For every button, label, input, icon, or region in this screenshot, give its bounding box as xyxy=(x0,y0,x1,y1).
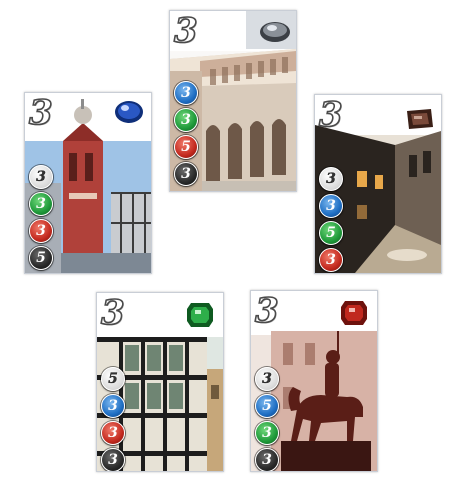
black-cost-chip: 5 xyxy=(29,246,53,270)
prestige-points: 3 xyxy=(28,93,53,133)
white-cost-chip: 5 xyxy=(101,367,125,391)
red-cost-chip: 3 xyxy=(29,219,53,243)
green-cost-chip: 3 xyxy=(29,192,53,216)
cost-list: 3 3 5 3 xyxy=(174,81,198,186)
green-cost-chip: 3 xyxy=(255,421,279,445)
emerald-gem-icon xyxy=(187,303,213,327)
development-card-top[interactable]: 3 3 3 5 3 xyxy=(169,10,297,192)
white-cost-chip: 3 xyxy=(255,367,279,391)
blue-cost-chip: 5 xyxy=(255,394,279,418)
blue-cost-chip: 3 xyxy=(174,81,198,105)
white-cost-chip: 3 xyxy=(319,167,343,191)
blue-cost-chip: 3 xyxy=(101,394,125,418)
black-cost-chip: 3 xyxy=(255,448,279,471)
red-cost-chip: 3 xyxy=(101,421,125,445)
black-cost-chip: 3 xyxy=(174,162,198,186)
red-cost-chip: 5 xyxy=(174,135,198,159)
development-card-bottom-left[interactable]: 3 5 3 3 3 xyxy=(96,292,224,472)
prestige-points: 3 xyxy=(100,293,125,333)
onyx-gem-icon xyxy=(407,109,433,129)
white-cost-chip: 3 xyxy=(29,165,53,189)
black-cost-chip: 3 xyxy=(101,448,125,471)
prestige-points: 3 xyxy=(318,95,343,135)
development-card-left[interactable]: 3 3 3 3 5 xyxy=(24,92,152,274)
cost-list: 3 3 5 3 xyxy=(319,167,343,272)
green-cost-chip: 3 xyxy=(174,108,198,132)
cost-list: 3 5 3 3 xyxy=(255,367,279,471)
prestige-points: 3 xyxy=(173,11,198,51)
prestige-points: 3 xyxy=(254,291,279,331)
cost-list: 5 3 3 3 xyxy=(101,367,125,471)
blue-cost-chip: 3 xyxy=(319,194,343,218)
sapphire-gem-icon xyxy=(115,101,143,123)
red-cost-chip: 3 xyxy=(319,248,343,272)
development-card-right[interactable]: 3 3 3 5 3 xyxy=(314,94,442,274)
ruby-gem-icon xyxy=(341,301,367,325)
green-cost-chip: 5 xyxy=(319,221,343,245)
development-card-bottom-right[interactable]: 3 3 5 3 3 xyxy=(250,290,378,472)
diamond-gem-icon xyxy=(260,22,290,42)
cost-list: 3 3 3 5 xyxy=(29,165,53,270)
